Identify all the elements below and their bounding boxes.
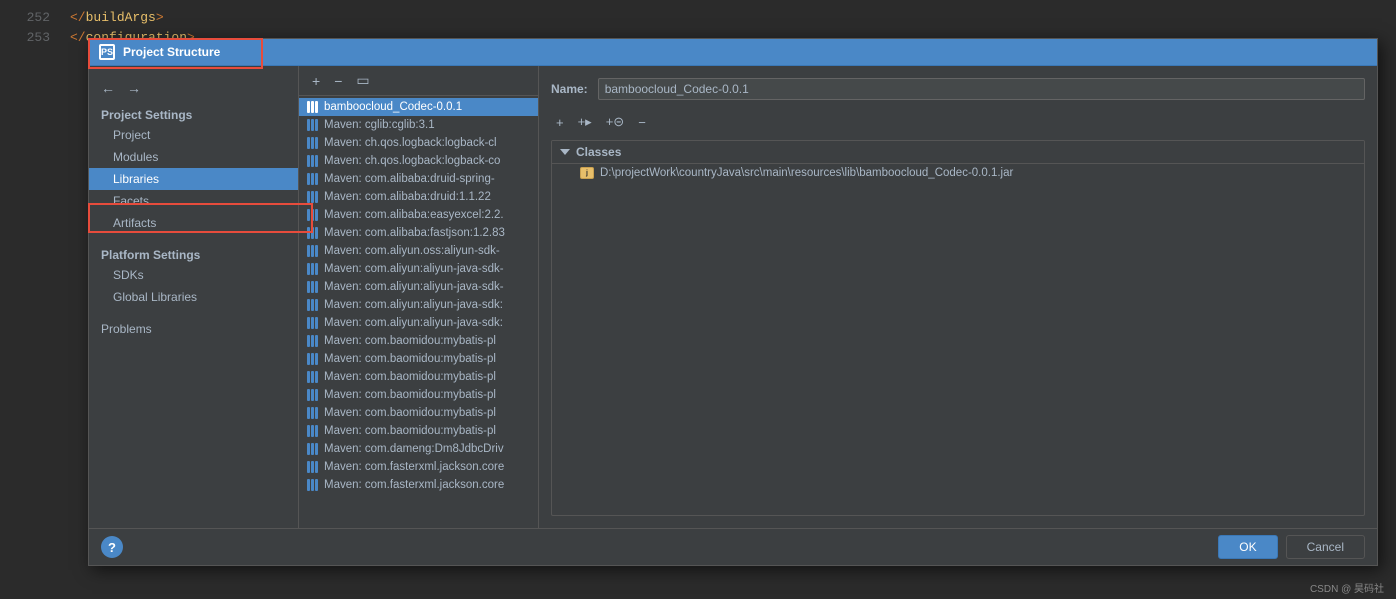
list-item[interactable]: Maven: com.dameng:Dm8JdbcDriv (299, 440, 538, 458)
dialog-icon: PS (99, 44, 115, 60)
library-icon (307, 407, 318, 419)
list-item[interactable]: Maven: com.alibaba:fastjson:1.2.83 (299, 224, 538, 242)
list-item[interactable]: Maven: ch.qos.logback:logback-co (299, 152, 538, 170)
sidebar-item-libraries[interactable]: Libraries (89, 168, 298, 190)
library-icon (307, 461, 318, 473)
list-item[interactable]: j D:\projectWork\countryJava\src\main\re… (552, 164, 1364, 182)
add-folder-button[interactable]: +▸ (573, 112, 597, 132)
library-icon (307, 281, 318, 293)
right-toolbar: + +▸ +⊝ − (551, 112, 1365, 132)
name-label: Name: (551, 82, 588, 96)
library-icon (307, 263, 318, 275)
add-classes-button[interactable]: + (551, 113, 569, 132)
library-icon (307, 425, 318, 437)
list-item[interactable]: Maven: com.baomidou:mybatis-pl (299, 422, 538, 440)
list-item[interactable]: bamboocloud_Codec-0.0.1 (299, 98, 538, 116)
ok-button[interactable]: OK (1218, 535, 1277, 559)
nav-back-button[interactable]: ← (97, 78, 119, 98)
library-icon (307, 119, 318, 131)
sidebar-item-modules[interactable]: Modules (89, 146, 298, 168)
library-icon (307, 335, 318, 347)
list-item[interactable]: Maven: com.baomidou:mybatis-pl (299, 368, 538, 386)
dialog-title: Project Structure (123, 45, 220, 59)
copy-library-button[interactable]: ▭ (351, 70, 374, 91)
library-icon (307, 101, 318, 113)
help-button[interactable]: ? (101, 536, 123, 558)
library-icon (307, 443, 318, 455)
list-item[interactable]: Maven: com.aliyun:aliyun-java-sdk- (299, 260, 538, 278)
classes-label: Classes (576, 145, 621, 159)
library-icon (307, 479, 318, 491)
list-item[interactable]: Maven: com.fasterxml.jackson.core (299, 458, 538, 476)
jar-icon: j (580, 167, 594, 179)
library-icon (307, 191, 318, 203)
sidebar-item-global-libraries[interactable]: Global Libraries (89, 286, 298, 308)
list-item[interactable]: Maven: cglib:cglib:3.1 (299, 116, 538, 134)
classes-section: Classes j D:\projectWork\countryJava\src… (551, 140, 1365, 516)
list-item[interactable]: Maven: com.aliyun:aliyun-java-sdk- (299, 278, 538, 296)
bottom-action-buttons: OK Cancel (1218, 535, 1365, 559)
dialog-bottom-bar: ? OK Cancel (89, 528, 1377, 565)
library-icon (307, 227, 318, 239)
sidebar-item-sdks[interactable]: SDKs (89, 264, 298, 286)
name-row: Name: (551, 78, 1365, 100)
sidebar-item-artifacts[interactable]: Artifacts (89, 212, 298, 234)
library-toolbar: + − ▭ (299, 66, 538, 96)
list-item[interactable]: Maven: com.baomidou:mybatis-pl (299, 350, 538, 368)
library-icon (307, 137, 318, 149)
project-structure-dialog: PS Project Structure ← → Project Setting… (88, 38, 1378, 566)
add-library-button[interactable]: + (307, 71, 325, 91)
list-item[interactable]: Maven: com.alibaba:easyexcel:2.2. (299, 206, 538, 224)
library-list-panel: + − ▭ bamboocloud_Codec-0.0.1 Maven: cgl… (299, 66, 539, 528)
expand-icon (560, 149, 570, 155)
library-icon (307, 173, 318, 185)
remove-library-button[interactable]: − (329, 71, 347, 91)
watermark: CSDN @ 昊码社 (1310, 580, 1384, 595)
list-item[interactable]: Maven: com.baomidou:mybatis-pl (299, 404, 538, 422)
nav-forward-button[interactable]: → (123, 78, 145, 98)
sidebar-item-problems[interactable]: Problems (89, 316, 298, 342)
sidebar-item-facets[interactable]: Facets (89, 190, 298, 212)
left-nav-panel: ← → Project Settings Project Modules Lib… (89, 66, 299, 528)
add-config-button[interactable]: +⊝ (601, 112, 629, 132)
library-icon (307, 299, 318, 311)
library-name-input[interactable] (598, 78, 1365, 100)
cancel-button[interactable]: Cancel (1286, 535, 1365, 559)
dialog-body: ← → Project Settings Project Modules Lib… (89, 66, 1377, 528)
library-icon (307, 317, 318, 329)
library-list: bamboocloud_Codec-0.0.1 Maven: cglib:cgl… (299, 96, 538, 528)
list-item[interactable]: Maven: com.aliyun:aliyun-java-sdk: (299, 296, 538, 314)
list-item[interactable]: Maven: com.aliyun:aliyun-java-sdk: (299, 314, 538, 332)
project-settings-header: Project Settings (89, 102, 298, 124)
platform-settings-header: Platform Settings (89, 242, 298, 264)
library-icon (307, 389, 318, 401)
list-item[interactable]: Maven: com.baomidou:mybatis-pl (299, 332, 538, 350)
list-item[interactable]: Maven: com.alibaba:druid-spring- (299, 170, 538, 188)
list-item[interactable]: Maven: com.fasterxml.jackson.core (299, 476, 538, 494)
list-item[interactable]: Maven: com.aliyun.oss:aliyun-sdk- (299, 242, 538, 260)
library-icon (307, 155, 318, 167)
classes-header[interactable]: Classes (552, 141, 1364, 164)
library-detail-panel: Name: + +▸ +⊝ − Classes j D:\projectWork… (539, 66, 1377, 528)
dialog-titlebar: PS Project Structure (89, 39, 1377, 66)
library-icon (307, 353, 318, 365)
list-item[interactable]: Maven: com.alibaba:druid:1.1.22 (299, 188, 538, 206)
remove-classes-button[interactable]: − (633, 113, 651, 132)
list-item[interactable]: Maven: ch.qos.logback:logback-cl (299, 134, 538, 152)
nav-toolbar: ← → (89, 74, 298, 102)
list-item[interactable]: Maven: com.baomidou:mybatis-pl (299, 386, 538, 404)
library-icon (307, 371, 318, 383)
sidebar-item-project[interactable]: Project (89, 124, 298, 146)
library-icon (307, 209, 318, 221)
library-icon (307, 245, 318, 257)
